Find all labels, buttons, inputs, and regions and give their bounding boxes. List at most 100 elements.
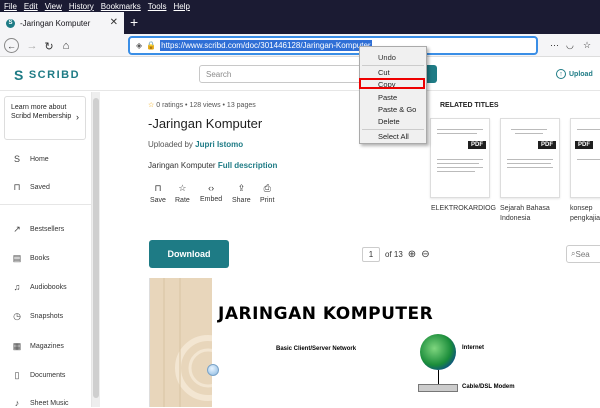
shield-icon[interactable]: ◈ <box>136 41 142 50</box>
ratings-count[interactable]: 0 ratings <box>156 102 183 109</box>
membership-promo[interactable]: Learn more about Scribd Membership › <box>4 96 86 140</box>
scrollbar-thumb[interactable] <box>93 98 99 398</box>
url-bar[interactable]: ◈ 🔒 https://www.scribd.com/doc/301446128… <box>128 36 538 55</box>
printer-icon: ⎙ <box>263 183 271 193</box>
context-menu: Undo Cut Copy Paste Paste & Go Delete Se… <box>359 46 427 144</box>
context-separator <box>362 65 424 66</box>
document-icon: ▯ <box>14 370 20 380</box>
zoom-in-icon[interactable]: ⊕ <box>408 249 416 260</box>
url-text[interactable]: https://www.scribd.com/doc/301446128/Jar… <box>160 40 372 51</box>
sidebar-item-bestsellers[interactable]: ↗ Bestsellers <box>12 224 64 235</box>
related-title[interactable]: konsep pengkajia <box>570 204 600 224</box>
print-action[interactable]: ⎙ Print <box>260 183 274 204</box>
save-action[interactable]: ⊓ Save <box>150 183 166 204</box>
menu-view[interactable]: View <box>45 2 62 11</box>
menu-edit[interactable]: Edit <box>24 2 38 11</box>
more-icon[interactable]: ⋯ <box>550 40 559 51</box>
modem-icon <box>418 384 458 392</box>
download-button[interactable]: Download <box>149 240 229 268</box>
uploaded-by: Uploaded by Jupri Istomo <box>148 140 243 149</box>
chevron-right-icon: › <box>76 112 79 122</box>
rate-action[interactable]: ☆ Rate <box>175 183 190 204</box>
home-button[interactable]: ⌂ <box>58 38 74 54</box>
reload-button[interactable]: ↻ <box>41 38 57 54</box>
copy-highlight-box <box>359 78 425 89</box>
context-select-all[interactable]: Select All <box>378 132 409 141</box>
sidebar-item-label: Documents <box>30 372 66 379</box>
context-paste-and-go[interactable]: Paste & Go <box>378 105 416 114</box>
forward-button[interactable]: → <box>24 38 40 54</box>
uploaded-prefix: Uploaded by <box>148 140 193 149</box>
page-total: of 13 <box>385 250 403 259</box>
upload-arrow-icon: ↑ <box>556 69 566 79</box>
sidebar: Learn more about Scribd Membership › S H… <box>0 92 92 408</box>
full-description-link[interactable]: Full description <box>218 161 278 170</box>
zoom-out-icon[interactable]: ⊖ <box>421 249 429 260</box>
sidebar-divider <box>0 204 92 205</box>
embed-action[interactable]: ‹› Embed <box>200 183 222 203</box>
menu-tools[interactable]: Tools <box>148 2 167 11</box>
sidebar-item-saved[interactable]: ⊓ Saved <box>12 182 49 193</box>
upload-label: Upload <box>569 70 593 78</box>
text-line <box>507 167 553 168</box>
author-link[interactable]: Jupri Istomo <box>195 140 243 149</box>
related-thumbnail[interactable]: PDF <box>430 118 490 198</box>
sidebar-item-label: Snapshots <box>30 313 64 320</box>
decorative-swirl <box>163 278 241 407</box>
text-line <box>437 159 483 160</box>
action-label: Save <box>150 197 166 204</box>
context-cut[interactable]: Cut <box>378 68 390 77</box>
context-undo[interactable]: Undo <box>378 53 396 62</box>
logo-text: SCRIBD <box>28 69 81 81</box>
menu-bookmarks[interactable]: Bookmarks <box>101 2 141 11</box>
sidebar-item-magazines[interactable]: ▦ Magazines <box>12 341 64 352</box>
text-line <box>507 163 551 164</box>
related-thumbnail[interactable]: PDF <box>500 118 560 198</box>
sidebar-item-home[interactable]: S Home <box>12 154 49 164</box>
sidebar-item-label: Bestsellers <box>30 226 65 233</box>
headphones-icon: ♫ <box>13 282 21 292</box>
text-line <box>437 133 477 134</box>
context-delete[interactable]: Delete <box>378 117 400 126</box>
sidebar-item-snapshots[interactable]: ◷ Snapshots <box>12 311 63 322</box>
upload-button[interactable]: ↑ Upload <box>556 69 593 79</box>
page-number-input[interactable]: 1 <box>362 247 380 262</box>
menu-file[interactable]: File <box>4 2 17 11</box>
doc-meta: ☆ 0 ratings • 128 views • 13 pages <box>148 102 256 109</box>
sidebar-scrollbar[interactable] <box>92 92 100 407</box>
related-thumbnail[interactable]: PDF <box>570 118 600 198</box>
decorative-bubble <box>207 364 219 376</box>
text-line <box>515 133 543 134</box>
magazine-icon: ▦ <box>12 341 22 351</box>
membership-text: Learn more about Scribd Membership <box>11 104 72 120</box>
search-document-input[interactable]: ⌕ Sea <box>566 245 600 263</box>
text-line <box>437 167 483 168</box>
lock-icon[interactable]: 🔒 <box>146 41 156 50</box>
related-title[interactable]: ELEKTROKARDIOG <box>431 204 499 214</box>
new-tab-button[interactable]: + <box>130 14 138 30</box>
text-line <box>511 129 547 130</box>
share-icon: ⇪ <box>237 183 246 193</box>
globe-icon <box>420 334 456 370</box>
menu-help[interactable]: Help <box>173 2 189 11</box>
bookmark-star-icon[interactable]: ☆ <box>583 40 591 51</box>
decorative-background <box>150 278 241 407</box>
sidebar-item-books[interactable]: ▤ Books <box>12 253 50 264</box>
browser-tab[interactable]: S -Jaringan Komputer ✕ <box>0 12 124 34</box>
share-action[interactable]: ⇪ Share <box>232 183 251 204</box>
scribd-favicon-icon: S <box>6 18 15 28</box>
related-title[interactable]: Sejarah Bahasa Indonesia <box>500 204 562 224</box>
pdf-badge: PDF <box>468 141 486 149</box>
document-preview[interactable]: JARINGAN KOMPUTER Basic Client/Server Ne… <box>149 278 569 407</box>
scribd-logo[interactable]: S SCRIBD <box>14 67 80 83</box>
back-button[interactable]: ← <box>4 38 19 53</box>
sidebar-item-documents[interactable]: ▯ Documents <box>12 370 66 381</box>
menu-history[interactable]: History <box>69 2 94 11</box>
pocket-icon[interactable]: ◡ <box>566 40 574 51</box>
code-icon: ‹› <box>208 183 215 193</box>
pdf-badge: PDF <box>538 141 556 149</box>
sidebar-item-audiobooks[interactable]: ♫ Audiobooks <box>12 282 67 292</box>
context-paste[interactable]: Paste <box>378 93 397 102</box>
close-tab-icon[interactable]: ✕ <box>110 17 118 28</box>
text-line <box>577 159 600 160</box>
